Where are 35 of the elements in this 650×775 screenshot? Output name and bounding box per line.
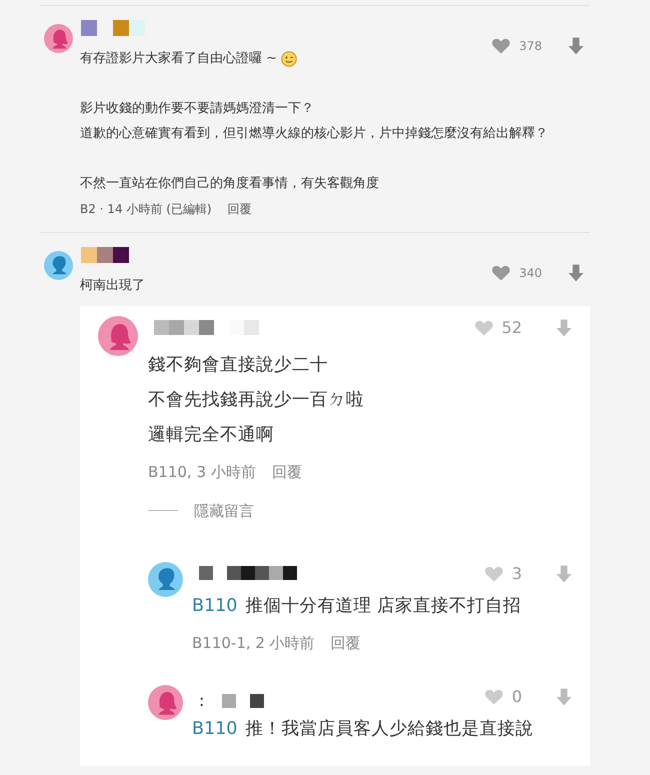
comment-text: 不然一直站在你們自己的角度看事情，有失客觀角度 xyxy=(80,175,379,193)
heart-icon[interactable] xyxy=(491,36,512,56)
comment-text: 有存證影片大家看了自由心證囉 ~ xyxy=(80,50,278,68)
reply-link[interactable]: 回覆 xyxy=(228,200,252,218)
downvote-icon[interactable] xyxy=(566,263,586,283)
downvote-icon[interactable] xyxy=(566,36,586,56)
heart-icon[interactable] xyxy=(474,318,494,338)
comment-text: 道歉的心意確實有看到，但引燃導火線的核心影片，片中掉錢怎麼沒有給出解釋？ xyxy=(80,125,548,143)
comment-meta: B2 · 14 小時前 (已編輯) xyxy=(80,201,212,218)
comment-text: 推！我當店員客人少給錢也是直接說 xyxy=(245,718,534,740)
like-count: 378 xyxy=(519,38,542,55)
comment-text: 不會先找錢再說少一百ㄉ啦 xyxy=(148,389,365,412)
downvote-icon[interactable] xyxy=(554,318,574,338)
like-count: 340 xyxy=(519,265,542,282)
like-count: 3 xyxy=(512,563,522,585)
comment-text: 邏輯完全不通啊 xyxy=(148,424,275,447)
floor-tag-link[interactable]: B110 xyxy=(192,712,238,746)
redacted-name-drawing xyxy=(81,247,129,263)
floor-tag-link[interactable]: B110 xyxy=(192,589,238,624)
heart-icon[interactable] xyxy=(491,263,512,283)
comment-text: 影片收錢的動作要不要請媽媽澄清一下？ xyxy=(80,100,314,118)
comment-text: 柯南出現了 xyxy=(80,277,145,295)
comment-text: 錢不夠會直接說少二十 xyxy=(148,354,329,377)
comment-meta: B110, 3 小時前 xyxy=(148,462,256,483)
hide-comments-link[interactable]: 隱藏留言 xyxy=(194,500,254,522)
like-count: 0 xyxy=(512,686,522,708)
comment-meta: B110-1, 2 小時前 xyxy=(192,633,315,654)
name-prefix: : xyxy=(199,690,204,712)
reply-link[interactable]: 回覆 xyxy=(272,461,302,484)
downvote-icon[interactable] xyxy=(554,564,574,584)
comment-text: 推個十分有道理 店家直接不打自招 xyxy=(245,595,521,618)
reply-link[interactable]: 回覆 xyxy=(330,632,361,654)
downvote-icon[interactable] xyxy=(554,686,574,706)
like-count: 52 xyxy=(502,317,522,339)
heart-icon[interactable] xyxy=(484,564,504,584)
